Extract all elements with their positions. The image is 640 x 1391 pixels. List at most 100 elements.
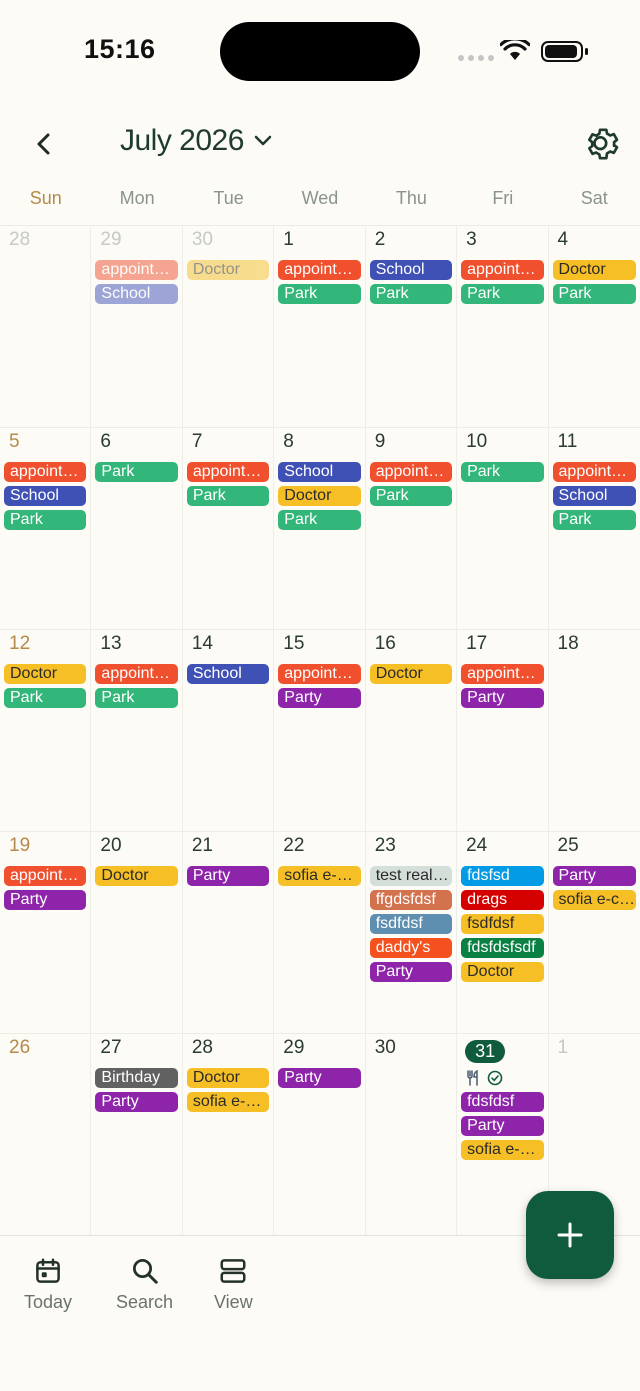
day-cell[interactable]: 20 Doctor <box>91 832 183 1033</box>
day-cell[interactable]: 3 appointment Park <box>457 226 549 427</box>
day-cell[interactable]: 22 sofia e-commerce <box>274 832 366 1033</box>
day-cell[interactable]: 30 Doctor <box>183 226 275 427</box>
day-cell[interactable]: 25 Party sofia e-commerce <box>549 832 640 1033</box>
event-chip[interactable]: School <box>186 664 270 684</box>
day-cell[interactable]: 1 appointment Park <box>274 226 366 427</box>
event-chip[interactable]: test reallyy <box>369 866 453 886</box>
day-cell[interactable]: 24 fdsfsd drags fsdfdsf fdsfdsfsdf Doctor <box>457 832 549 1033</box>
day-cell[interactable]: 23 test reallyy ffgdsfdsf fsdfdsf daddy's Par… <box>366 832 458 1033</box>
event-chip[interactable]: Park <box>369 486 453 506</box>
event-chip[interactable]: Park <box>278 284 361 304</box>
nav-view[interactable]: View <box>214 1256 253 1313</box>
event-chip[interactable]: Doctor <box>278 486 361 506</box>
event-chip[interactable]: Party <box>552 866 636 886</box>
event-chip[interactable]: sofia e-commerce <box>278 866 361 886</box>
event-chip[interactable]: Doctor <box>186 1068 270 1088</box>
day-cell[interactable]: 26 <box>0 1034 92 1235</box>
event-chip[interactable]: sofia e-commerce <box>186 1092 270 1112</box>
event-chip[interactable]: Doctor <box>369 664 453 684</box>
event-chip[interactable]: Park <box>552 284 636 304</box>
event-chip[interactable]: Doctor <box>552 260 636 280</box>
event-chip[interactable]: Party <box>278 1068 361 1088</box>
day-cell[interactable]: 5 appointment School Park <box>0 428 92 629</box>
day-cell[interactable]: 18 <box>549 630 640 831</box>
day-cell[interactable]: 14 School <box>183 630 275 831</box>
event-chip[interactable]: appointment <box>4 866 87 886</box>
day-cell[interactable]: 4 Doctor Park <box>549 226 640 427</box>
day-cell[interactable]: 12 Doctor Park <box>0 630 92 831</box>
event-chip[interactable]: appointment <box>552 462 636 482</box>
add-event-button[interactable] <box>526 1191 614 1279</box>
day-cell[interactable]: 2 School Park <box>366 226 458 427</box>
month-picker-button[interactable]: July 2026 <box>120 124 272 158</box>
event-chip[interactable]: School <box>369 260 453 280</box>
event-chip[interactable]: School <box>95 284 178 304</box>
event-chip[interactable]: sofia e-commerce <box>461 1140 544 1160</box>
day-cell[interactable]: 19 appointment Party <box>0 832 92 1033</box>
event-chip[interactable]: Park <box>552 510 636 530</box>
event-chip[interactable]: Doctor <box>186 260 270 280</box>
event-chip[interactable]: Party <box>95 1092 178 1112</box>
day-cell[interactable]: 27 Birthday Party <box>91 1034 183 1235</box>
event-chip[interactable]: fsdfdsf <box>369 914 453 934</box>
event-chip[interactable]: Doctor <box>4 664 87 684</box>
day-cell[interactable]: 21 Party <box>183 832 275 1033</box>
event-chip[interactable]: appointment <box>278 260 361 280</box>
event-chip[interactable]: Park <box>278 510 361 530</box>
event-chip[interactable]: sofia e-commerce <box>552 890 636 910</box>
event-chip[interactable]: Party <box>461 688 544 708</box>
event-chip[interactable]: appointment <box>186 462 270 482</box>
event-chip[interactable]: fdsfdsf <box>461 1092 544 1112</box>
event-chip[interactable]: drags <box>461 890 544 910</box>
event-chip[interactable]: Park <box>4 510 87 530</box>
day-cell[interactable]: 13 appointment Park <box>91 630 183 831</box>
event-chip[interactable]: Park <box>186 486 270 506</box>
day-cell[interactable]: 29 appointment School <box>91 226 183 427</box>
event-chip[interactable]: Park <box>461 284 544 304</box>
event-chip[interactable]: School <box>4 486 87 506</box>
day-cell[interactable]: 11 appointment School Park <box>549 428 640 629</box>
event-chip[interactable]: Park <box>461 462 544 482</box>
previous-month-button[interactable] <box>26 126 62 162</box>
event-chip[interactable]: Party <box>186 866 270 886</box>
event-chip[interactable]: Park <box>95 688 178 708</box>
day-cell[interactable]: 9 appointment Park <box>366 428 458 629</box>
event-chip[interactable]: Doctor <box>461 962 544 982</box>
event-chip[interactable]: appointment <box>461 260 544 280</box>
day-cell[interactable]: 15 appointment Party <box>274 630 366 831</box>
nav-today[interactable]: Today <box>24 1256 72 1313</box>
event-chip[interactable]: appointment <box>95 260 178 280</box>
day-cell[interactable]: 6 Park <box>91 428 183 629</box>
nav-search[interactable]: Search <box>116 1256 173 1313</box>
event-chip[interactable]: appointment <box>369 462 453 482</box>
event-chip[interactable]: Party <box>278 688 361 708</box>
day-cell[interactable]: 8 School Doctor Park <box>274 428 366 629</box>
event-chip[interactable]: ffgdsfdsf <box>369 890 453 910</box>
event-chip[interactable]: fdsfsd <box>461 866 544 886</box>
day-cell[interactable]: 10 Park <box>457 428 549 629</box>
settings-button[interactable] <box>582 124 622 164</box>
event-chip[interactable]: daddy's <box>369 938 453 958</box>
event-chip[interactable]: appointment <box>461 664 544 684</box>
event-chip[interactable]: Party <box>461 1116 544 1136</box>
day-cell[interactable]: 28 Doctor sofia e-commerce <box>183 1034 275 1235</box>
event-chip[interactable]: Birthday <box>95 1068 178 1088</box>
day-cell[interactable]: 30 <box>366 1034 458 1235</box>
event-chip[interactable]: appointment <box>4 462 87 482</box>
event-chip[interactable]: fsdfdsf <box>461 914 544 934</box>
event-chip[interactable]: appointment <box>95 664 178 684</box>
event-chip[interactable]: Park <box>4 688 87 708</box>
day-cell[interactable]: 7 appointment Park <box>183 428 275 629</box>
day-cell[interactable]: 16 Doctor <box>366 630 458 831</box>
day-cell[interactable]: 28 <box>0 226 92 427</box>
event-chip[interactable]: Party <box>369 962 453 982</box>
day-cell[interactable]: 29 Party <box>274 1034 366 1235</box>
day-cell[interactable]: 17 appointment Party <box>457 630 549 831</box>
event-chip[interactable]: Park <box>95 462 178 482</box>
event-chip[interactable]: fdsfdsfsdf <box>461 938 544 958</box>
event-chip[interactable]: School <box>278 462 361 482</box>
event-chip[interactable]: appointment <box>278 664 361 684</box>
event-chip[interactable]: Park <box>369 284 453 304</box>
event-chip[interactable]: Party <box>4 890 87 910</box>
event-chip[interactable]: Doctor <box>95 866 178 886</box>
